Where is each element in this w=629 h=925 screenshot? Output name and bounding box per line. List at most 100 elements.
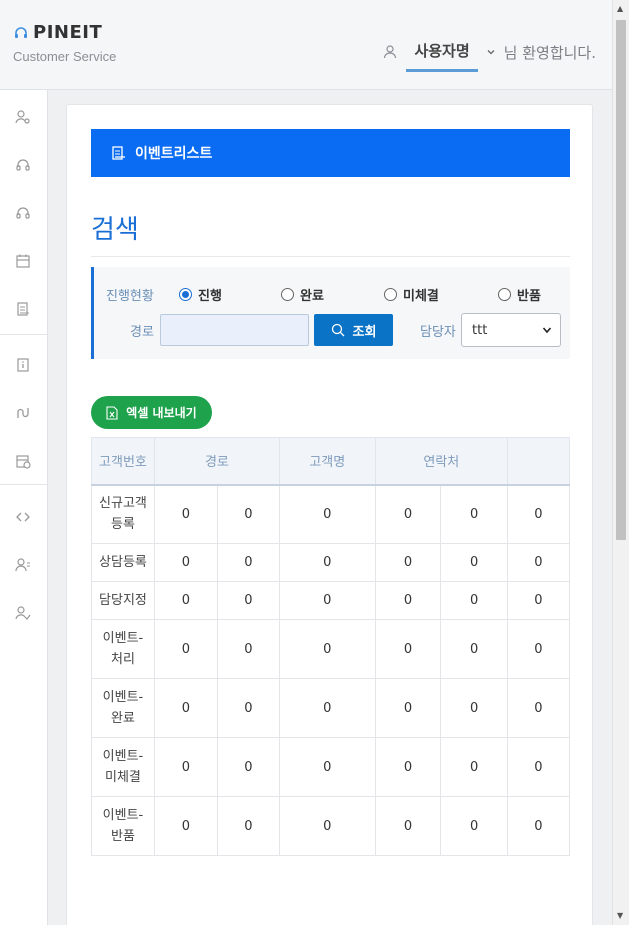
chevron-down-icon bbox=[542, 325, 552, 335]
table-cell: 0 bbox=[278, 619, 376, 679]
table-cell: 0 bbox=[440, 484, 508, 544]
scroll-up-arrow[interactable]: ▲ bbox=[617, 4, 623, 13]
table-cell: 0 bbox=[506, 737, 570, 797]
route-input[interactable] bbox=[160, 314, 309, 346]
table-cell: 0 bbox=[440, 581, 508, 620]
table-cell: 0 bbox=[278, 737, 376, 797]
table-row: 상담등록 0 0 0 0 0 0 bbox=[91, 543, 570, 582]
table-cell: 0 bbox=[440, 543, 508, 582]
table-cell: 0 bbox=[278, 581, 376, 620]
table-cell: 0 bbox=[278, 796, 376, 856]
calendar-icon[interactable] bbox=[14, 252, 32, 270]
sidebar-divider bbox=[0, 334, 47, 335]
page-scrollbar[interactable]: ▲ ▼ bbox=[612, 0, 629, 925]
column-header-customer-no[interactable]: 고객번호 bbox=[91, 437, 155, 486]
column-header-contact[interactable]: 연락처 bbox=[374, 437, 508, 486]
table-cell: 0 bbox=[216, 737, 280, 797]
search-button-label: 조회 bbox=[352, 324, 377, 340]
row-label: 이벤트- 처리 bbox=[91, 619, 155, 679]
status-radio-return[interactable]: 반품 bbox=[498, 285, 541, 304]
scroll-down-arrow[interactable]: ▼ bbox=[617, 911, 623, 920]
column-header-route[interactable]: 경로 bbox=[153, 437, 280, 486]
manager-label: 담당자 bbox=[420, 325, 456, 340]
table-cell: 0 bbox=[278, 543, 376, 582]
table-cell: 0 bbox=[506, 484, 570, 544]
table-cell: 0 bbox=[153, 581, 218, 620]
user-name[interactable]: 사용자명 bbox=[406, 40, 478, 72]
brand-title: PINEIT bbox=[33, 22, 103, 43]
page-banner: 이벤트리스트 bbox=[91, 129, 570, 177]
excel-export-button[interactable]: 엑셀 내보내기 bbox=[91, 396, 212, 429]
table-row: 이벤트- 완료 0 0 0 0 0 0 bbox=[91, 678, 570, 738]
event-table: 고객번호 경로 고객명 연락처 신규고객 등록 0 0 0 0 0 0 상담등록 0 0 0 0 0 0 담당지정 0 0… bbox=[91, 437, 570, 857]
user-list-icon[interactable] bbox=[14, 556, 32, 574]
table-cell: 0 bbox=[440, 796, 508, 856]
status-radio-complete[interactable]: 완료 bbox=[281, 285, 324, 304]
table-cell: 0 bbox=[374, 796, 442, 856]
table-cell: 0 bbox=[153, 678, 218, 738]
row-label: 이벤트- 반품 bbox=[91, 796, 155, 856]
row-label: 신규고객 등록 bbox=[91, 484, 155, 544]
table-cell: 0 bbox=[506, 796, 570, 856]
headset-icon[interactable] bbox=[14, 204, 32, 222]
radio-button[interactable] bbox=[179, 288, 192, 301]
table-cell: 0 bbox=[153, 619, 218, 679]
search-panel: 진행현황 진행 완료 미체결 반품 경로 조회 담당자 ttt bbox=[91, 267, 570, 359]
code-icon[interactable] bbox=[14, 508, 32, 526]
manager-select[interactable]: ttt bbox=[461, 313, 561, 347]
search-button[interactable]: 조회 bbox=[314, 314, 393, 346]
table-cell: 0 bbox=[440, 678, 508, 738]
search-section-title: 검색 bbox=[91, 215, 139, 245]
table-cell: 0 bbox=[374, 581, 442, 620]
table-cell: 0 bbox=[440, 737, 508, 797]
brand[interactable]: PINEIT Customer Service bbox=[13, 22, 116, 64]
table-cell: 0 bbox=[440, 619, 508, 679]
status-radio-progress[interactable]: 진행 bbox=[179, 285, 222, 304]
excel-file-icon bbox=[106, 405, 118, 420]
info-document-icon[interactable] bbox=[14, 356, 32, 374]
top-header: PINEIT Customer Service 사용자명 님 환영합니다. bbox=[0, 0, 612, 90]
row-label: 이벤트- 완료 bbox=[91, 678, 155, 738]
user-menu[interactable]: 사용자명 님 환영합니다. bbox=[382, 32, 596, 72]
table-row: 신규고객 등록 0 0 0 0 0 0 bbox=[91, 484, 570, 544]
radio-button[interactable] bbox=[281, 288, 294, 301]
status-radio-unsettled[interactable]: 미체결 bbox=[384, 285, 439, 304]
table-cell: 0 bbox=[374, 737, 442, 797]
route-icon[interactable] bbox=[14, 404, 32, 422]
sidebar-divider bbox=[0, 484, 47, 485]
table-cell: 0 bbox=[506, 619, 570, 679]
manager-selected-value: ttt bbox=[472, 322, 488, 338]
table-cell: 0 bbox=[216, 581, 280, 620]
table-cell: 0 bbox=[374, 543, 442, 582]
headset-icon bbox=[13, 25, 29, 41]
table-cell: 0 bbox=[153, 737, 218, 797]
radio-button[interactable] bbox=[384, 288, 397, 301]
radio-button[interactable] bbox=[498, 288, 511, 301]
column-header-customer-name[interactable]: 고객명 bbox=[278, 437, 376, 486]
search-icon bbox=[331, 323, 345, 337]
chevron-down-icon[interactable] bbox=[486, 47, 496, 57]
row-label: 담당지정 bbox=[91, 581, 155, 620]
table-row: 담당지정 0 0 0 0 0 0 bbox=[91, 581, 570, 620]
table-row: 이벤트- 처리 0 0 0 0 0 0 bbox=[91, 619, 570, 679]
table-row: 이벤트- 반품 0 0 0 0 0 0 bbox=[91, 796, 570, 856]
status-label: 진행현황 bbox=[106, 289, 154, 304]
column-header[interactable] bbox=[506, 437, 570, 486]
user-search-icon[interactable] bbox=[14, 108, 32, 126]
table-cell: 0 bbox=[153, 796, 218, 856]
table-cell: 0 bbox=[216, 543, 280, 582]
section-divider bbox=[91, 256, 570, 257]
document-icon[interactable] bbox=[14, 300, 32, 318]
page-title: 이벤트리스트 bbox=[135, 146, 213, 162]
calendar-clock-icon[interactable] bbox=[14, 452, 32, 470]
table-row: 이벤트- 미체결 0 0 0 0 0 0 bbox=[91, 737, 570, 797]
scroll-thumb[interactable] bbox=[616, 20, 626, 540]
table-cell: 0 bbox=[216, 678, 280, 738]
user-check-icon[interactable] bbox=[14, 604, 32, 622]
table-cell: 0 bbox=[506, 543, 570, 582]
table-cell: 0 bbox=[374, 484, 442, 544]
headset-icon[interactable] bbox=[14, 156, 32, 174]
document-icon bbox=[111, 145, 127, 161]
welcome-text: 님 환영합니다. bbox=[503, 43, 596, 62]
main-card: 이벤트리스트 검색 진행현황 진행 완료 미체결 반품 경로 조회 담당자 tt… bbox=[66, 104, 593, 925]
